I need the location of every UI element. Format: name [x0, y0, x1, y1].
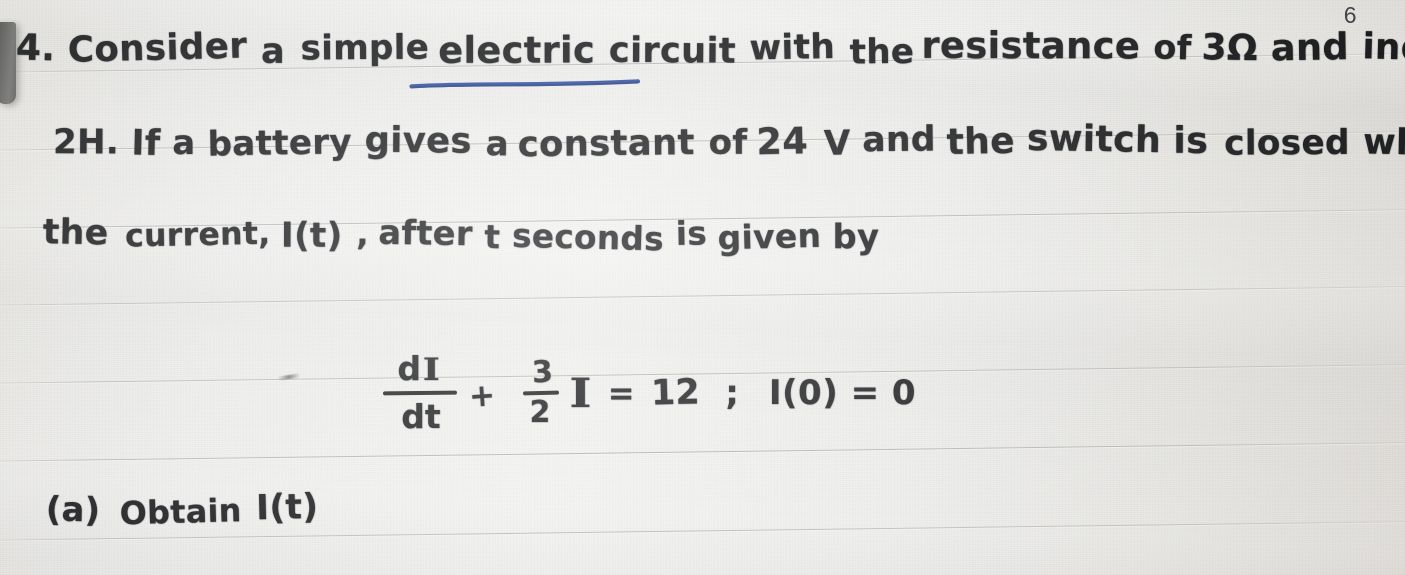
initial-condition: I(0) = 0 [768, 372, 917, 413]
handwritten-word: , [356, 214, 370, 253]
handwritten-word: given [716, 215, 822, 258]
handwritten-word: 2H. [52, 123, 120, 163]
handwritten-word: by [832, 216, 880, 257]
handwritten-word: of [708, 123, 748, 163]
handwritten-word: after [378, 212, 473, 254]
handwritten-word: closed [1224, 123, 1351, 164]
handwritten-word: and [1270, 26, 1349, 70]
handwritten-word: inductance [1362, 26, 1405, 74]
handwritten-word: 3Ω [1201, 27, 1259, 70]
problem-line-1: 4. Consider a simple electric circuit with the r… [15, 25, 1405, 73]
paper-texture [0, 0, 1405, 575]
handwritten-word: Consider [67, 25, 248, 72]
handwritten-word: and [861, 119, 936, 161]
handwritten-word: when [1362, 122, 1405, 165]
handwritten-word: gives [364, 120, 473, 162]
handwritten-word: is [1173, 120, 1209, 163]
derivative-numerator-current-symbol: I [422, 352, 440, 388]
handwritten-word: the [849, 32, 915, 73]
handwritten-word: a [260, 31, 286, 72]
handwritten-word: If [130, 123, 161, 165]
handwritten-word: I(t) [255, 485, 319, 528]
handwritten-word: constant [517, 122, 696, 166]
coefficient-denominator: 2 [529, 394, 551, 430]
handwritten-word: t [484, 217, 501, 257]
handwritten-word: circuit [608, 30, 736, 72]
handwritten-word: simple [300, 28, 429, 69]
handwritten-word: V [822, 123, 851, 164]
handwritten-word: a [172, 124, 196, 163]
problem-line-2: 2H. If a battery gives a constant of 24 Vand the sw… [52, 118, 1405, 166]
derivative-fraction-bar [382, 390, 458, 396]
handwritten-word: 4. [15, 27, 56, 70]
handwritten-word: Obtain [118, 491, 242, 533]
handwritten-word: a [485, 124, 509, 165]
handwritten-word: electric [438, 29, 596, 73]
handwritten-word: the [42, 210, 109, 253]
handwritten-word: current, [124, 214, 271, 255]
handwritten-word: of [1152, 28, 1192, 69]
plus-operator: + [467, 376, 497, 415]
equation-separator: ; [725, 372, 739, 413]
handwritten-word: seconds [511, 216, 665, 259]
notebook-page: 6 4. Consider a simple electric circuit with th… [0, 0, 1405, 575]
problem-line-3: the current, I(t), after t seconds is given by [42, 211, 892, 259]
coefficient-fraction: 3 2 [522, 353, 560, 430]
handwritten-word: resistance [921, 25, 1141, 68]
differential-equation: dI dt + 3 2 I = 12 ; I(0) = 0 [382, 349, 917, 436]
handwritten-word: switch [1027, 117, 1162, 162]
page-number: 6 [1343, 2, 1357, 28]
handwritten-word: the [946, 120, 1016, 164]
handwritten-word: (a) [45, 488, 101, 530]
page-edge-clip [0, 22, 16, 104]
handwritten-word: I(t) [281, 214, 344, 256]
derivative-denominator: dt [401, 397, 441, 436]
equation-right-hand-side: 12 [650, 371, 700, 414]
handwritten-word: is [675, 213, 707, 253]
current-symbol: I [569, 369, 592, 417]
derivative-fraction: dI dt [382, 349, 458, 436]
handwritten-word: with [749, 27, 836, 69]
handwritten-word: 24 [756, 120, 809, 164]
derivative-numerator: dI [397, 349, 440, 388]
equals-operator: = [607, 373, 635, 412]
coefficient-numerator: 3 [530, 353, 554, 391]
part-a-line: (a) Obtain I(t) [45, 485, 337, 533]
handwritten-word: battery [207, 123, 353, 165]
